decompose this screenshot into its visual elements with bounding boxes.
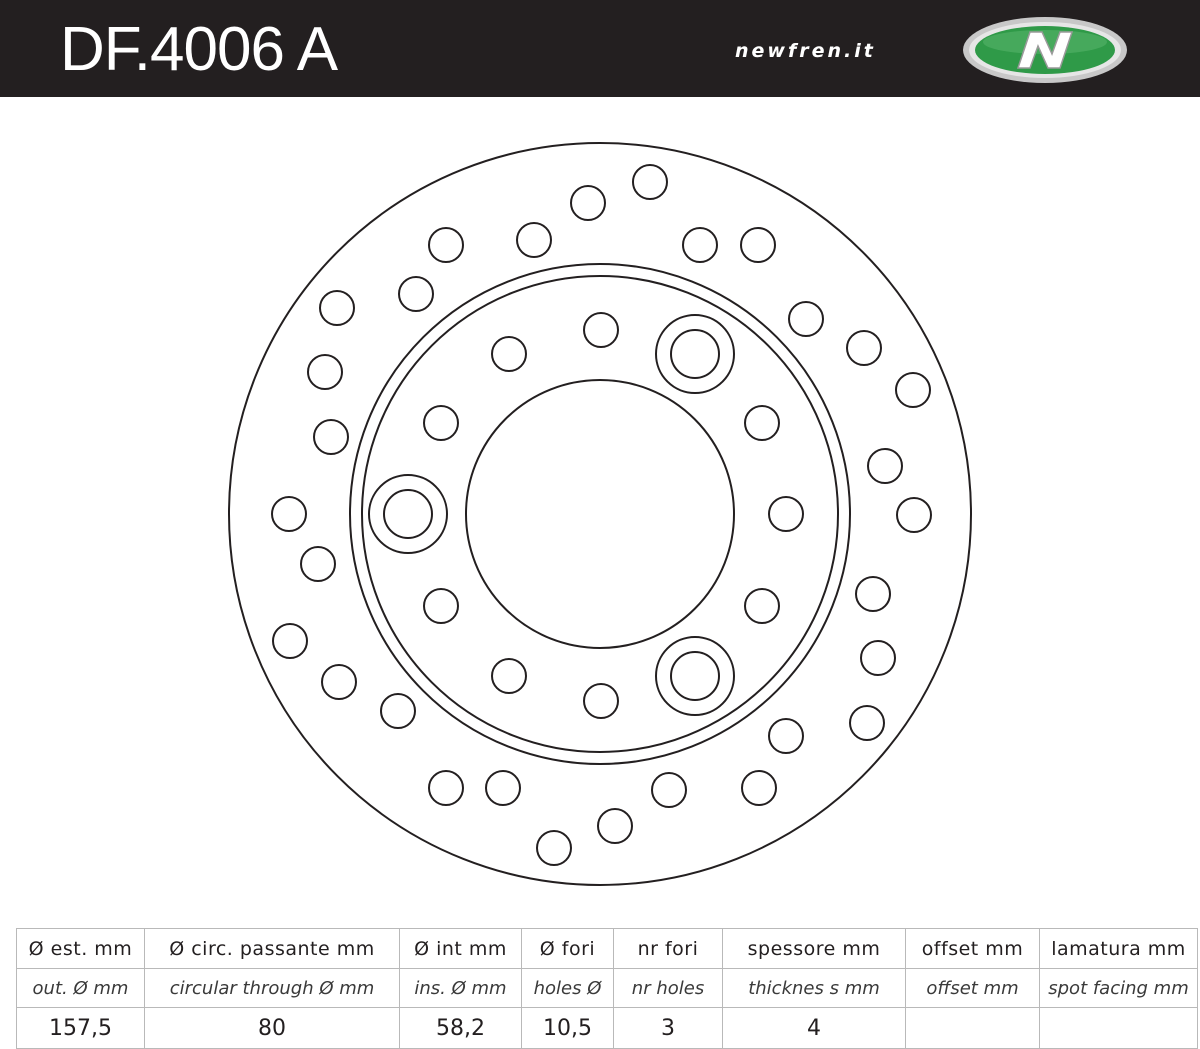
ventilation-hole — [768, 718, 804, 754]
ventilation-hole — [741, 770, 777, 806]
carrier-hole — [423, 405, 459, 441]
spec-value-circular-through: 80 — [144, 1007, 400, 1049]
mounting-hole — [383, 489, 433, 539]
mounting-hole-spot-facing — [655, 636, 735, 716]
website-label: newfren.it — [735, 40, 876, 62]
spec-label-en: circular through Ø mm — [144, 968, 400, 1008]
carrier-hole — [583, 312, 619, 348]
spec-value-offset — [905, 1007, 1040, 1049]
mounting-hole — [670, 651, 720, 701]
brake-disc-drawing — [228, 142, 972, 886]
mounting-holes — [368, 314, 735, 716]
spec-label-it: Ø int mm — [399, 928, 522, 969]
ventilation-hole — [570, 185, 606, 221]
newfren-logo — [963, 17, 1127, 83]
carrier-holes — [423, 312, 804, 719]
ventilation-hole — [307, 354, 343, 390]
ventilation-hole — [597, 808, 633, 844]
ventilation-hole — [682, 227, 718, 263]
spec-value-inner-diameter: 58,2 — [399, 1007, 522, 1049]
ventilation-hole — [398, 276, 434, 312]
spec-value-holes-diameter: 10,5 — [521, 1007, 614, 1049]
ventilation-hole — [380, 693, 416, 729]
ventilation-hole — [272, 623, 308, 659]
spec-label-en: ins. Ø mm — [399, 968, 522, 1008]
ventilation-hole — [651, 772, 687, 808]
ventilation-hole — [896, 497, 932, 533]
ventilation-holes — [271, 164, 932, 866]
ventilation-hole — [428, 227, 464, 263]
spec-value-thickness: 4 — [722, 1007, 906, 1049]
carrier-hole — [768, 496, 804, 532]
spec-label-it: Ø circ. passante mm — [144, 928, 400, 969]
center-bore — [465, 379, 735, 649]
specs-header-italian: Ø est. mm Ø circ. passante mm Ø int mm Ø… — [16, 928, 1198, 969]
spec-label-it: Ø est. mm — [16, 928, 145, 969]
mounting-hole-spot-facing — [368, 474, 448, 554]
ventilation-hole — [632, 164, 668, 200]
carrier-hole — [744, 588, 780, 624]
carrier-hole — [491, 336, 527, 372]
product-code-title: DF.4006 A — [60, 15, 338, 84]
ventilation-hole — [740, 227, 776, 263]
ventilation-hole — [895, 372, 931, 408]
specs-values: 157,5 80 58,2 10,5 3 4 — [16, 1007, 1198, 1049]
ventilation-hole — [536, 830, 572, 866]
disc-outer-edge — [228, 142, 972, 886]
ventilation-hole — [860, 640, 896, 676]
spec-label-it: Ø fori — [521, 928, 614, 969]
spec-label-en: offset mm — [905, 968, 1040, 1008]
ventilation-hole — [319, 290, 355, 326]
ventilation-hole — [321, 664, 357, 700]
ventilation-hole — [849, 705, 885, 741]
ventilation-hole — [846, 330, 882, 366]
spec-label-en: spot facing mm — [1039, 968, 1198, 1008]
spec-label-en: thicknes s mm — [722, 968, 906, 1008]
spec-value-nr-holes: 3 — [613, 1007, 723, 1049]
carrier-hole — [583, 683, 619, 719]
mounting-hole — [670, 329, 720, 379]
spec-label-en: out. Ø mm — [16, 968, 145, 1008]
ventilation-hole — [300, 546, 336, 582]
ventilation-hole — [788, 301, 824, 337]
spec-label-it: spessore mm — [722, 928, 906, 969]
ventilation-hole — [313, 419, 349, 455]
ventilation-hole — [855, 576, 891, 612]
braking-ring-inner-edge — [349, 263, 851, 765]
spec-value-outer-diameter: 157,5 — [16, 1007, 145, 1049]
ventilation-hole — [867, 448, 903, 484]
spec-label-en: nr holes — [613, 968, 723, 1008]
mounting-hole-spot-facing — [655, 314, 735, 394]
spec-value-spot-facing — [1039, 1007, 1198, 1049]
specs-header-english: out. Ø mm circular through Ø mm ins. Ø m… — [16, 968, 1198, 1008]
ventilation-hole — [485, 770, 521, 806]
spec-label-it: lamatura mm — [1039, 928, 1198, 969]
ventilation-hole — [516, 222, 552, 258]
carrier-hole — [423, 588, 459, 624]
spec-label-it: offset mm — [905, 928, 1040, 969]
carrier-hole — [491, 658, 527, 694]
carrier-hole — [744, 405, 780, 441]
spec-label-en: holes Ø — [521, 968, 614, 1008]
spec-label-it: nr fori — [613, 928, 723, 969]
ventilation-hole — [428, 770, 464, 806]
header-bar: DF.4006 A newfren.it — [0, 0, 1200, 97]
ventilation-hole — [271, 496, 307, 532]
specs-table: Ø est. mm Ø circ. passante mm Ø int mm Ø… — [16, 928, 1198, 1049]
